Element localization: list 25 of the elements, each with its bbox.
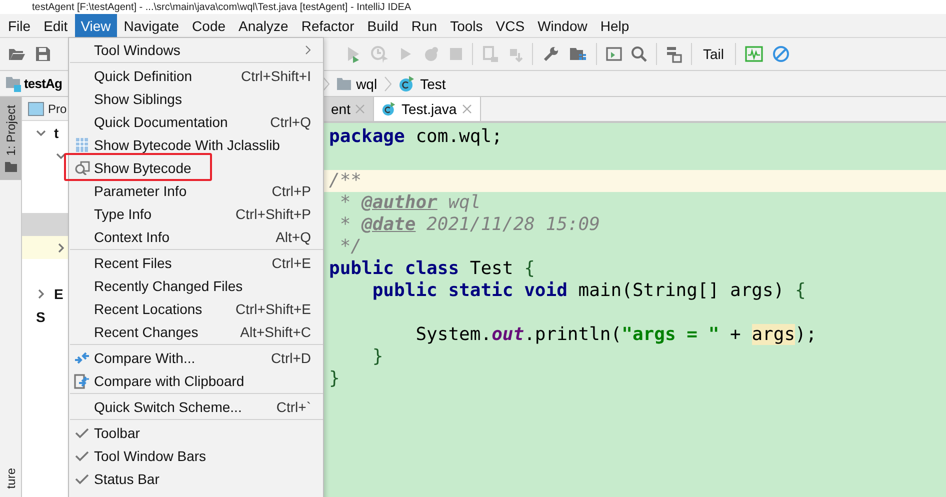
- shortcut: Alt+Q: [276, 228, 311, 244]
- code-line: System.out.println("args = " + args);: [414, 324, 817, 346]
- tree-label: t: [54, 124, 59, 140]
- code-line: }: [371, 346, 384, 368]
- shortcut: Ctrl+E: [272, 254, 311, 270]
- code-line: package com.wql;: [329, 126, 502, 148]
- tab-label: Test.java: [401, 101, 457, 117]
- code-line: * @date 2021/11/28 15:09: [338, 214, 600, 236]
- tab-label: ent: [331, 101, 350, 117]
- code-line: * @author wql: [338, 192, 481, 214]
- code-line: }: [329, 368, 340, 390]
- code-line: public class Test {: [329, 258, 535, 280]
- tree-label: E: [54, 286, 64, 302]
- shortcut: Alt+Shift+C: [240, 324, 311, 340]
- shortcut: Ctrl+Shift+P: [236, 206, 311, 222]
- shortcut: Ctrl+Shift+E: [236, 300, 311, 316]
- shortcut: Ctrl+Q: [270, 114, 311, 130]
- code-line: public static void main(String[] args) {: [371, 280, 806, 302]
- code-line: */: [338, 236, 362, 258]
- shortcut: Ctrl+P: [272, 182, 311, 198]
- shortcut: Ctrl+D: [270, 350, 311, 366]
- shortcut: Ctrl+`: [276, 398, 311, 414]
- code-line: /**: [329, 170, 362, 192]
- window-title: testAgent [F:\testAgent] - ...\src\main\java\com\wql\Test.java [testAgent] - IntelliJ IDEA: [32, 2, 412, 14]
- shortcut: Ctrl+Shift+I: [240, 68, 311, 84]
